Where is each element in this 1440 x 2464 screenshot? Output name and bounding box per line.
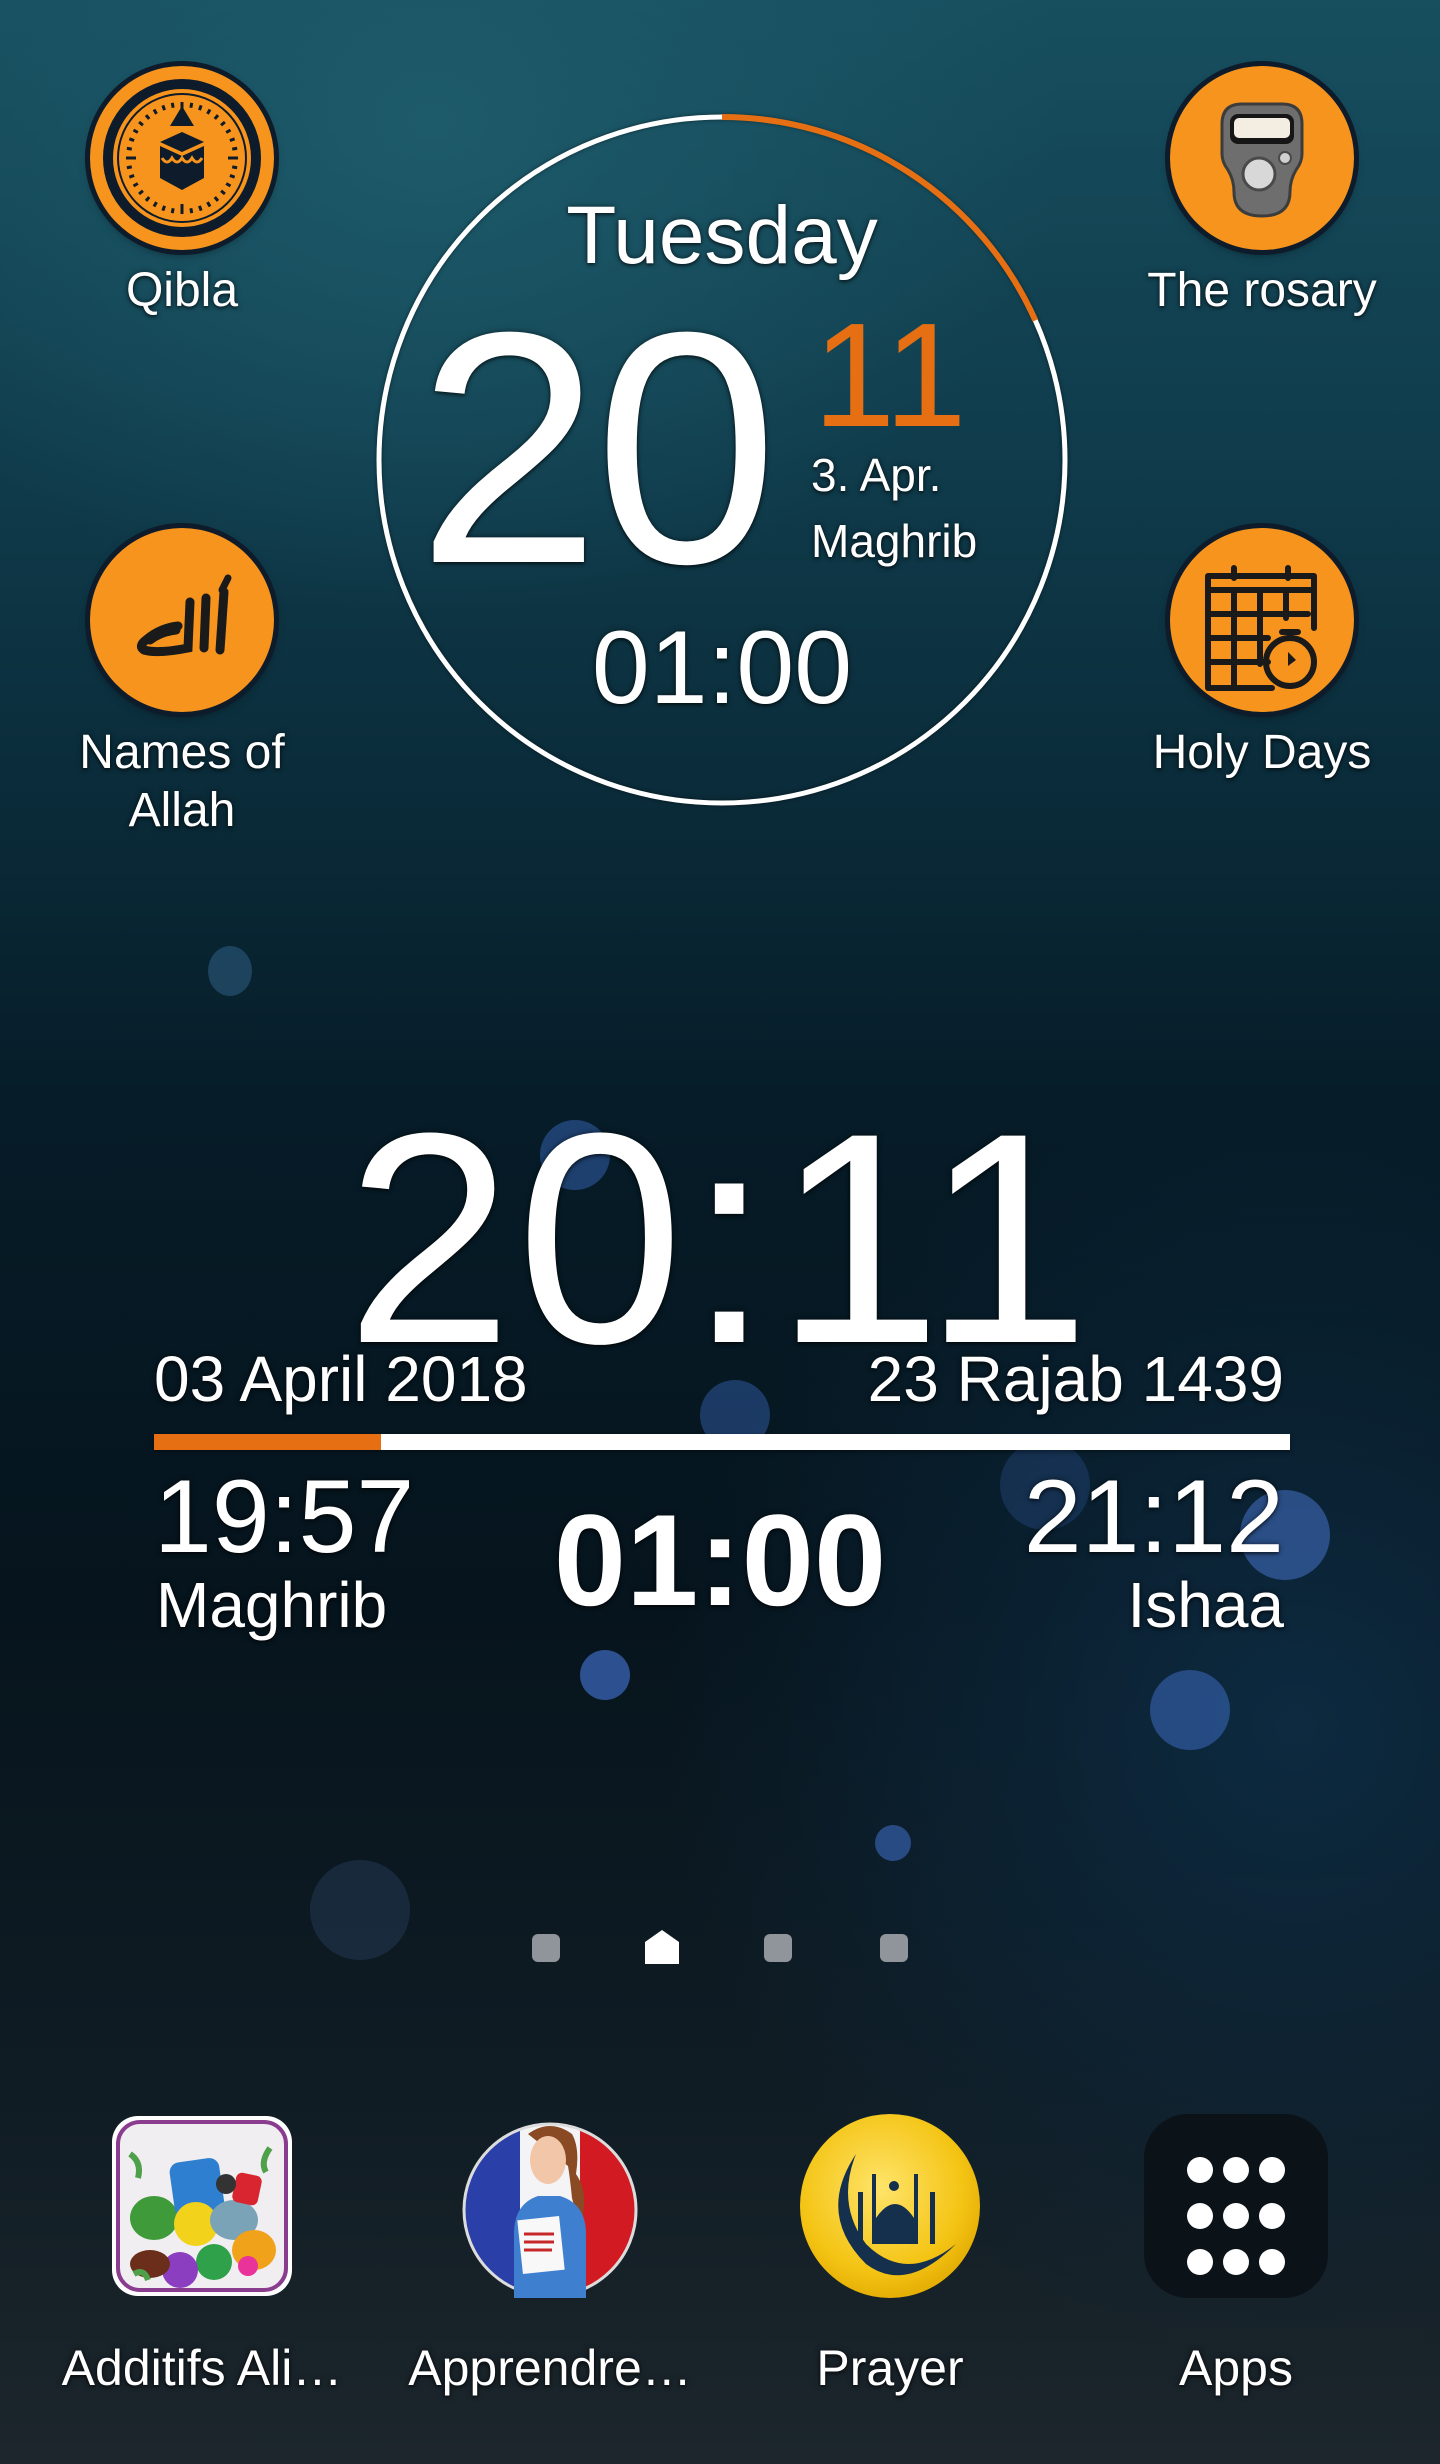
dock-app-apprendre[interactable]: Apprendre… — [400, 2114, 700, 2398]
bokeh-light — [1150, 1670, 1230, 1750]
dock-app-apps[interactable]: Apps — [1086, 2114, 1386, 2398]
app-label: Holy Days — [1152, 726, 1372, 779]
app-label-line: Allah — [128, 784, 236, 837]
ring-current-prayer: Maghrib — [811, 515, 978, 567]
home-page-icon[interactable] — [645, 1930, 679, 1964]
apps-grid-dot — [1259, 2203, 1285, 2229]
next-prayer-name: Ishaa — [1127, 1569, 1284, 1641]
ring-clock-widget[interactable]: Tuesday 20 11 3. Apr. Maghrib 01:00 — [376, 114, 1068, 806]
app-label-line: Names of — [79, 726, 285, 779]
app-qibla[interactable]: Qibla — [52, 66, 312, 320]
app-holy-days[interactable]: Holy Days — [1132, 528, 1392, 782]
bokeh-light — [875, 1825, 911, 1861]
prayer-progress-bar — [154, 1434, 1290, 1450]
apps-grid-dot — [1187, 2157, 1213, 2183]
ring-hour: 20 — [417, 263, 778, 632]
prayer-clock-widget[interactable]: 20:11 03 April 2018 23 Rajab 1439 19:57 … — [150, 1070, 1290, 1670]
ring-countdown: 01:00 — [591, 610, 853, 726]
apps-grid-dot — [1187, 2249, 1213, 2275]
ring-minute: 11 — [813, 293, 967, 458]
next-prayer-time: 21:12 — [1023, 1459, 1284, 1575]
app-label: The rosary — [1147, 264, 1377, 317]
food-additives-app-icon — [110, 2114, 294, 2298]
app-names-of-allah[interactable]: Names of Allah — [52, 528, 312, 840]
apps-grid-dot — [1187, 2203, 1213, 2229]
hijri-date: 23 Rajab 1439 — [867, 1343, 1284, 1415]
kaaba-compass-icon — [90, 66, 274, 250]
app-label: Additifs Ali… — [61, 2340, 343, 2396]
page-dot[interactable] — [764, 1934, 792, 1962]
app-label: Prayer — [816, 2340, 964, 2396]
allah-calligraphy-icon — [90, 528, 274, 712]
dock-app-additifs[interactable]: Additifs Ali… — [52, 2114, 352, 2398]
apps-grid-icon — [1144, 2114, 1328, 2298]
apps-grid-dot — [1259, 2249, 1285, 2275]
bokeh-light — [208, 946, 252, 996]
gregorian-date: 03 April 2018 — [154, 1343, 528, 1415]
page-indicator[interactable] — [0, 1930, 1440, 1970]
tally-counter-icon — [1170, 66, 1354, 250]
page-dot[interactable] — [880, 1934, 908, 1962]
apps-grid-dot — [1223, 2249, 1249, 2275]
app-label: Qibla — [125, 264, 239, 317]
apps-grid-dot — [1223, 2203, 1249, 2229]
calendar-timer-icon — [1170, 528, 1354, 712]
learn-french-app-icon — [458, 2114, 642, 2298]
app-label: Names of Allah — [52, 724, 312, 840]
app-label: Apps — [1179, 2340, 1293, 2396]
prayer-mosque-crescent-icon — [798, 2114, 982, 2298]
apps-grid-dot — [1259, 2157, 1285, 2183]
ring-date: 3. Apr. — [811, 449, 942, 501]
page-dot[interactable] — [532, 1934, 560, 1962]
apps-grid-dot — [1223, 2157, 1249, 2183]
app-the-rosary[interactable]: The rosary — [1132, 66, 1392, 320]
prayer-progress-fill — [154, 1434, 382, 1450]
app-label: Apprendre… — [408, 2340, 692, 2396]
dock-app-prayer[interactable]: Prayer — [740, 2114, 1040, 2398]
